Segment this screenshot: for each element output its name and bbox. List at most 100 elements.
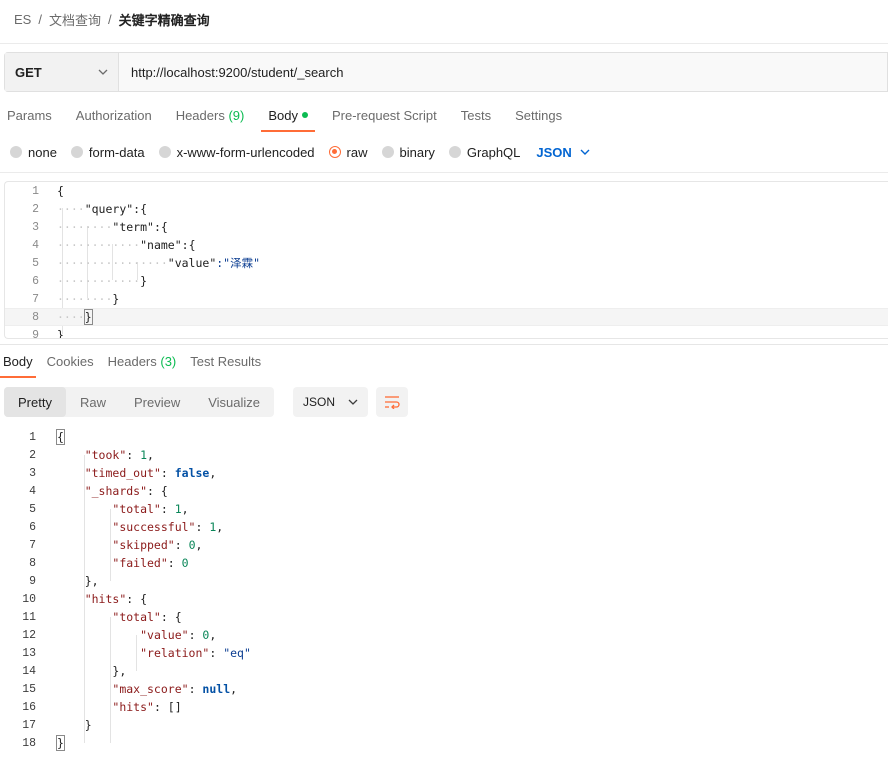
radio-binary[interactable]: binary xyxy=(381,144,435,160)
tab-params[interactable]: Params xyxy=(0,104,59,132)
code-line: 11 "total": { xyxy=(0,608,888,626)
view-visualize-button[interactable]: Visualize xyxy=(194,387,274,417)
code-line: 1{ xyxy=(5,182,888,200)
code-line: 1{ xyxy=(0,428,888,446)
breadcrumb-item-es[interactable]: ES xyxy=(14,12,31,27)
breadcrumb-item-doc-query[interactable]: 文档查询 xyxy=(49,10,101,29)
method-label: GET xyxy=(15,64,42,80)
header-divider xyxy=(0,43,888,44)
radio-icon xyxy=(70,146,83,158)
radio-graphql[interactable]: GraphQL xyxy=(448,144,521,160)
line-number: 2 xyxy=(29,448,36,462)
line-number: 9 xyxy=(32,328,39,339)
radio-x-www-form-urlencoded[interactable]: x-www-form-urlencoded xyxy=(158,145,315,160)
line-number: 5 xyxy=(32,256,39,270)
line-number: 3 xyxy=(32,220,39,234)
wrap-lines-icon xyxy=(385,396,400,409)
code-line: 9 }, xyxy=(0,572,888,590)
code-line-active: 8 ····} xyxy=(5,308,888,326)
tab-cookies[interactable]: Cookies xyxy=(44,352,97,378)
radio-label: none xyxy=(28,144,57,160)
line-number: 18 xyxy=(22,736,36,750)
line-number: 10 xyxy=(22,592,36,606)
line-number: 16 xyxy=(22,700,36,714)
tab-label: Pre-request Script xyxy=(331,108,437,123)
breadcrumb-item-current[interactable]: 关键字精确查询 xyxy=(119,10,210,29)
code-line: 4 ············"name":{ xyxy=(5,236,888,254)
radio-label: GraphQL xyxy=(466,144,521,160)
line-number: 7 xyxy=(32,292,39,306)
code-line: 9} xyxy=(5,326,888,339)
line-number: 14 xyxy=(22,664,36,678)
code-line: 17 } xyxy=(0,716,888,734)
line-number: 1 xyxy=(32,184,39,198)
radio-label: raw xyxy=(346,144,368,160)
line-number: 4 xyxy=(29,484,36,498)
tab-label: Tests xyxy=(460,108,492,123)
breadcrumb-separator: / xyxy=(107,11,112,27)
view-preview-button[interactable]: Preview xyxy=(120,387,194,417)
method-select[interactable]: GET xyxy=(5,53,119,91)
response-format-label: JSON xyxy=(303,395,336,409)
line-number: 6 xyxy=(32,274,39,288)
code-line: 3 "timed_out": false, xyxy=(0,464,888,482)
line-number: 8 xyxy=(32,310,39,324)
tab-label: Body xyxy=(3,354,33,369)
body-type-selector: none form-data x-www-form-urlencoded raw… xyxy=(10,143,590,161)
chevron-down-icon xyxy=(580,149,590,155)
pane-divider[interactable] xyxy=(0,344,888,345)
view-pretty-button[interactable]: Pretty xyxy=(4,387,66,417)
tab-authorization[interactable]: Authorization xyxy=(69,104,159,132)
tab-label: Headers xyxy=(175,108,225,123)
tab-test-results[interactable]: Test Results xyxy=(187,352,264,378)
code-line: 5 "total": 1, xyxy=(0,500,888,518)
radio-icon xyxy=(10,146,22,158)
code-line: 4 "_shards": { xyxy=(0,482,888,500)
radio-form-data[interactable]: form-data xyxy=(70,145,145,160)
tab-response-headers[interactable]: Headers (3) xyxy=(105,352,180,378)
tab-count: (9) xyxy=(228,108,245,123)
line-number: 2 xyxy=(32,202,39,216)
tab-label: Body xyxy=(268,108,298,123)
request-body-editor[interactable]: 1{ 2 ····"query":{ 3 ········"term":{ 4 ···… xyxy=(4,181,888,339)
code-line: 2 "took": 1, xyxy=(0,446,888,464)
tab-headers[interactable]: Headers (9) xyxy=(169,104,252,132)
radio-icon xyxy=(448,146,461,158)
tab-label: Params xyxy=(7,108,52,123)
tab-pre-request-script[interactable]: Pre-request Script xyxy=(325,104,444,132)
response-format-select[interactable]: JSON xyxy=(293,387,368,417)
url-bar: GET xyxy=(4,52,888,92)
code-line: 8 "failed": 0 xyxy=(0,554,888,572)
line-number: 4 xyxy=(32,238,39,252)
code-line: 5 ················"value":"泽霖" xyxy=(5,254,888,272)
chevron-down-icon xyxy=(98,69,108,75)
url-input[interactable] xyxy=(119,53,887,91)
wrap-lines-button[interactable] xyxy=(376,387,408,417)
body-format-select[interactable]: JSON xyxy=(536,145,590,160)
response-body-viewer[interactable]: 1{2 "took": 1, 3 "timed_out": false, 4 "_s… xyxy=(0,428,888,758)
radio-label: binary xyxy=(399,144,435,160)
radio-icon xyxy=(381,146,394,158)
code-line: 7 "skipped": 0, xyxy=(0,536,888,554)
code-line: 16 "hits": [] xyxy=(0,698,888,716)
radio-checked-icon xyxy=(328,146,341,158)
line-number: 9 xyxy=(29,574,36,588)
tab-tests[interactable]: Tests xyxy=(454,104,498,132)
tab-body[interactable]: Body xyxy=(261,104,315,132)
view-raw-button[interactable]: Raw xyxy=(66,387,120,417)
tab-label: Settings xyxy=(515,108,563,123)
response-view-toggle: Pretty Raw Preview Visualize xyxy=(4,387,275,417)
line-number: 17 xyxy=(22,718,36,732)
tab-response-body[interactable]: Body xyxy=(0,352,36,378)
code-line: 6 "successful": 1, xyxy=(0,518,888,536)
tab-label: Authorization xyxy=(75,108,152,123)
radio-raw[interactable]: raw xyxy=(328,144,368,160)
code-line: 6 ············} xyxy=(5,272,888,290)
radio-none[interactable]: none xyxy=(10,145,57,160)
tab-count: (3) xyxy=(160,354,177,369)
tab-label: Test Results xyxy=(190,354,262,369)
response-tabs: Body Cookies Headers (3) Test Results xyxy=(0,352,272,378)
tab-settings[interactable]: Settings xyxy=(508,104,569,132)
chevron-down-icon xyxy=(348,399,358,405)
code-line: 2 ····"query":{ xyxy=(5,200,888,218)
